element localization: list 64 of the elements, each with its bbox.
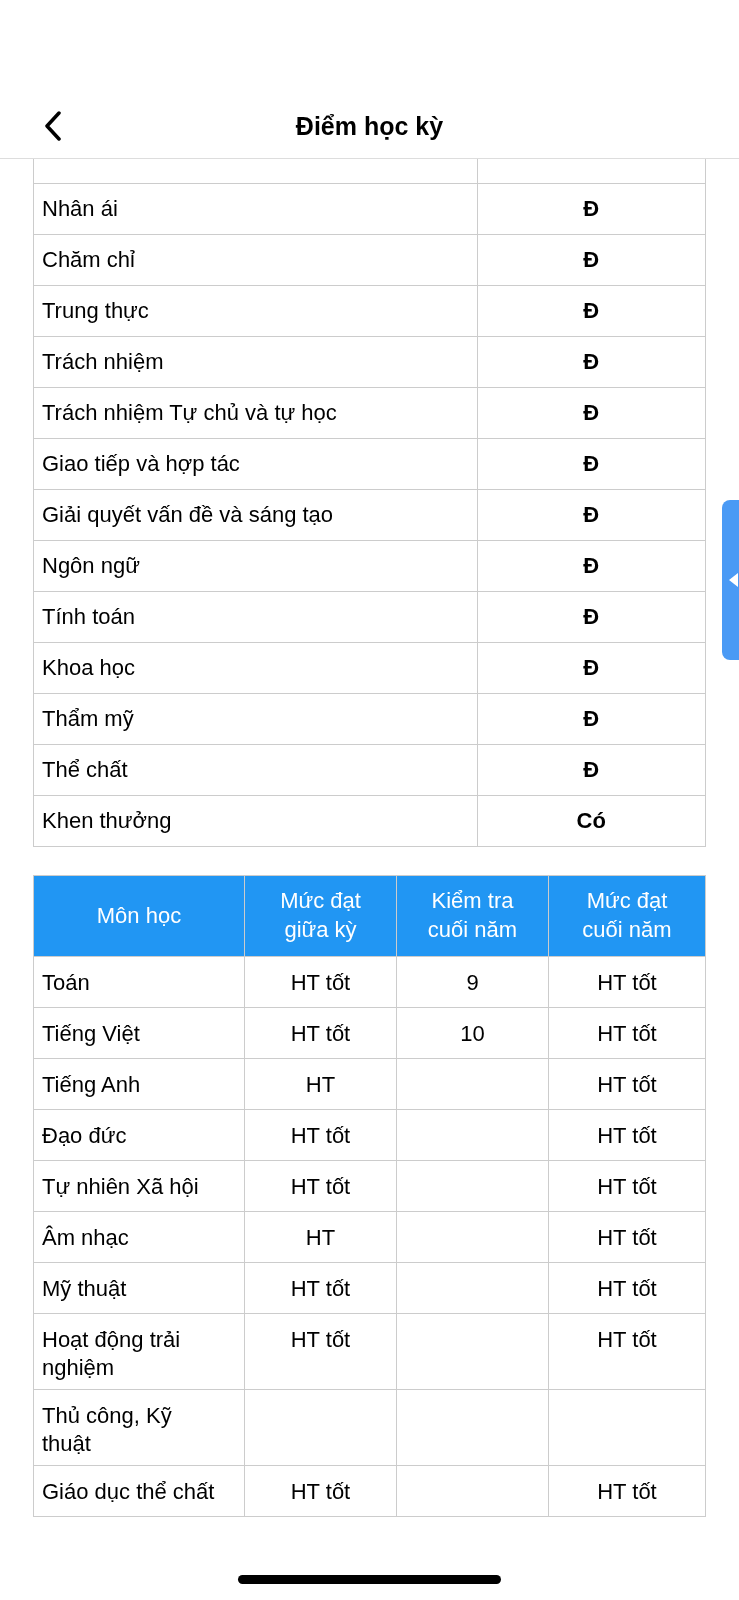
table-cell: Hoạt động trải nghiệm (33, 1313, 245, 1390)
table-cell: Đ (477, 183, 706, 235)
column-header: Mức đạt cuối năm (581, 887, 673, 944)
table-cell: Đ (477, 540, 706, 592)
table-cell: HT tốt (244, 1109, 397, 1161)
table-cell: Âm nhạc (33, 1211, 245, 1263)
table-cell: HT tốt (548, 1007, 706, 1059)
table-cell: Tiếng Việt (33, 1007, 245, 1059)
page-title: Điểm học kỳ (295, 112, 444, 141)
table-cell: Đ (477, 693, 706, 745)
table-cell: Mỹ thuật (33, 1262, 245, 1314)
table-cell: Đ (477, 642, 706, 694)
table-cell: Thủ công, Kỹ thuật (33, 1389, 245, 1466)
table-cell: Chăm chỉ (33, 234, 477, 286)
table-cell: Khoa học (33, 642, 477, 694)
table-cell: Tự nhiên Xã hội (33, 1160, 245, 1212)
table-cell: Khen thưởng (33, 795, 477, 847)
table-cell: HT tốt (548, 1211, 706, 1263)
table-cell: Thể chất (33, 744, 477, 796)
table-cell: Đ (477, 336, 706, 388)
table-cell: Giao tiếp và hợp tác (33, 438, 477, 490)
table-cell: Đ (477, 489, 706, 541)
column-header: Môn học (95, 901, 183, 930)
table-cell: HT tốt (548, 1313, 706, 1390)
side-tab[interactable] (722, 500, 739, 660)
table-cell: Giải quyết vấn đề và sáng tạo (33, 489, 477, 541)
table-cell: 9 (396, 956, 549, 1008)
table-cell: Trách nhiệm (33, 336, 477, 388)
table-cell: HT tốt (244, 1160, 397, 1212)
table-cell: Thẩm mỹ (33, 693, 477, 745)
table-cell: Đ (477, 744, 706, 796)
table-cell: Đ (477, 387, 706, 439)
table-cell: HT (244, 1058, 397, 1110)
table-cell: Ngôn ngữ (33, 540, 477, 592)
table-cell: HT tốt (244, 1313, 397, 1390)
table-cell: Trung thực (33, 285, 477, 337)
table-cell: HT tốt (548, 1058, 706, 1110)
table-cell: HT tốt (548, 1160, 706, 1212)
table-cell: Tính toán (33, 591, 477, 643)
table-cell: Có (477, 795, 706, 847)
table-cell: HT tốt (244, 1465, 397, 1517)
table-cell: Đạo đức (33, 1109, 245, 1161)
column-header: Kiểm tra cuối năm (426, 887, 519, 944)
table-cell: Đ (477, 438, 706, 490)
table-cell: Đ (477, 591, 706, 643)
table-cell: Giáo dục thể chất (33, 1465, 245, 1517)
table-cell: HT (244, 1211, 397, 1263)
table-cell: Toán (33, 956, 245, 1008)
table-cell: Đ (477, 285, 706, 337)
table-cell: Tiếng Anh (33, 1058, 245, 1110)
table-cell: Đ (477, 234, 706, 286)
table-cell: HT tốt (548, 1465, 706, 1517)
table-cell: HT tốt (244, 956, 397, 1008)
table-cell: Trách nhiệm Tự chủ và tự học (33, 387, 477, 439)
table-cell: HT tốt (548, 956, 706, 1008)
column-header: Mức đạt giữa kỳ (279, 887, 362, 944)
triangle-icon (728, 572, 739, 588)
table-cell: Nhân ái (33, 183, 477, 235)
table-cell: HT tốt (244, 1262, 397, 1314)
table-cell: HT tốt (548, 1262, 706, 1314)
table-cell: HT tốt (548, 1109, 706, 1161)
table-cell: 10 (396, 1007, 549, 1059)
table-cell: HT tốt (244, 1007, 397, 1059)
back-icon[interactable] (44, 111, 62, 141)
